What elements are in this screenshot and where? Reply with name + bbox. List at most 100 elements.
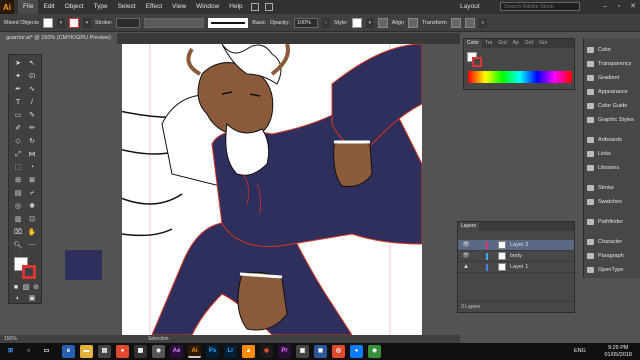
tab-transparency[interactable]: Tra <box>482 39 495 48</box>
gradient-tool-icon[interactable]: ▤ <box>13 189 23 199</box>
close-icon[interactable]: ✕ <box>626 0 640 14</box>
layer-row[interactable]: 👁︎ body <box>458 251 574 262</box>
app-icon[interactable]: ▣ <box>296 345 309 358</box>
arrange-documents-icon[interactable] <box>264 3 273 11</box>
panel-menu-icon[interactable]: ≡ <box>478 17 487 28</box>
dock-stroke[interactable]: Stroke <box>584 182 640 194</box>
after-effects-icon[interactable]: Ae <box>170 345 183 358</box>
drawing-mode-icon[interactable]: ◐ <box>13 294 23 304</box>
artboard-tool-icon[interactable]: ⊡ <box>27 215 37 225</box>
minimize-icon[interactable]: – <box>598 0 612 14</box>
menu-object[interactable]: Object <box>60 0 89 14</box>
lightroom-icon[interactable]: Lr <box>224 345 237 358</box>
app-icon[interactable]: ◼ <box>314 345 327 358</box>
dock-gradient[interactable]: Gradient <box>584 72 640 84</box>
more-tools-icon[interactable]: ⋯ <box>27 241 37 251</box>
eye-icon[interactable]: 👁︎ <box>462 251 470 262</box>
search-icon[interactable]: ○ <box>22 345 35 358</box>
task-view-icon[interactable]: ▭ <box>40 345 53 358</box>
shape-builder-icon[interactable]: ◔ <box>27 163 37 173</box>
graphic-style-swatch[interactable] <box>351 17 362 28</box>
dock-appearance[interactable]: Appearance <box>584 86 640 98</box>
isolate-icon[interactable] <box>450 17 461 28</box>
zoom-tool-icon[interactable]: 🔍︎ <box>13 241 23 251</box>
tab-layers[interactable]: Layers <box>458 222 480 231</box>
layer-row[interactable]: 👁︎ Layer 2 <box>458 240 574 251</box>
stroke-color-swatch[interactable] <box>22 265 36 279</box>
stroke-weight-field[interactable] <box>116 17 141 28</box>
screen-mode-icon[interactable]: ▣ <box>27 294 37 304</box>
menu-window[interactable]: Window <box>191 0 224 14</box>
dock-opentype[interactable]: OpenType <box>584 264 640 276</box>
eraser-icon[interactable]: ◇ <box>13 137 23 147</box>
magic-wand-icon[interactable]: ✦ <box>13 72 23 82</box>
blend-tool-icon[interactable]: ◎ <box>13 202 23 212</box>
menu-edit[interactable]: Edit <box>38 0 59 14</box>
app-icon[interactable]: ◆ <box>152 345 165 358</box>
graph-tool-icon[interactable]: ▥ <box>13 215 23 225</box>
tab-gradient[interactable]: Grd <box>495 39 509 48</box>
windows-start-icon[interactable]: ⊞ <box>4 345 17 358</box>
language-indicator[interactable]: ENG <box>574 348 586 354</box>
perspective-grid-icon[interactable]: ⊞ <box>13 176 23 186</box>
app-icon[interactable]: ◆ <box>368 345 381 358</box>
dock-links[interactable]: Links <box>584 148 640 160</box>
menu-file[interactable]: File <box>18 0 39 14</box>
stock-search-input[interactable] <box>504 3 574 10</box>
rotate-tool-icon[interactable]: ↻ <box>27 137 37 147</box>
mesh-tool-icon[interactable]: ⊠ <box>27 176 37 186</box>
none-mode-icon[interactable]: ⊘ <box>31 283 41 293</box>
edge-icon[interactable]: e <box>62 345 75 358</box>
line-tool-icon[interactable]: / <box>27 98 37 108</box>
selection-tool-icon[interactable]: ➤ <box>13 59 23 69</box>
tab-color[interactable]: Color <box>464 39 482 48</box>
scale-tool-icon[interactable]: ⤢ <box>13 150 23 160</box>
dock-transparency[interactable]: Transparency <box>584 58 640 70</box>
store-icon[interactable]: ▤ <box>98 345 111 358</box>
lock-icon[interactable]: 🔒︎ <box>462 262 470 273</box>
pen-tool-icon[interactable]: ✒ <box>13 85 23 95</box>
dock-paragraph[interactable]: Paragraph <box>584 250 640 262</box>
slice-tool-icon[interactable]: ⌧ <box>13 228 23 238</box>
dock-artboards[interactable]: Artboards <box>584 134 640 146</box>
artboard-canvas[interactable] <box>122 44 422 335</box>
shaper-tool-icon[interactable]: ✐ <box>13 124 23 134</box>
media-app-icon[interactable]: ◉ <box>260 345 273 358</box>
symbol-sprayer-icon[interactable]: ✺ <box>27 202 37 212</box>
menu-effect[interactable]: Effect <box>141 0 168 14</box>
tab-graphic-styles-2[interactable]: Grs <box>536 39 550 48</box>
layer-row[interactable]: 🔒︎ Layer 1 <box>458 262 574 273</box>
eyedropper-icon[interactable]: ⌿ <box>27 189 37 199</box>
menu-select[interactable]: Select <box>113 0 141 14</box>
dock-swatches[interactable]: Swatches <box>584 196 640 208</box>
color-spectrum-bar[interactable] <box>468 71 572 83</box>
vlc-icon[interactable]: ▲ <box>242 345 255 358</box>
brush-profile-label[interactable]: Basic <box>252 20 265 26</box>
recolor-icon[interactable] <box>377 17 388 28</box>
isolate-icon[interactable] <box>464 17 475 28</box>
workspace-switcher[interactable]: Layout <box>460 0 480 14</box>
transform-link[interactable]: Transform <box>422 20 447 26</box>
free-transform-icon[interactable]: ⬚ <box>13 163 23 173</box>
app-icon[interactable]: ● <box>350 345 363 358</box>
transform-icon[interactable] <box>407 17 418 28</box>
layer-name[interactable]: body <box>510 251 522 262</box>
tab-graphic-styles[interactable]: Grd <box>522 39 536 48</box>
lasso-icon[interactable]: ᘏ <box>27 72 37 82</box>
align-link[interactable]: Align <box>392 20 404 26</box>
tab-appearance[interactable]: Ap <box>510 39 522 48</box>
opacity-field[interactable]: 100% <box>293 17 318 28</box>
bridge-icon[interactable] <box>250 3 259 11</box>
document-tab[interactable]: guarrior.ai* @ 150% (CMYK/GPU Preview) <box>0 33 117 44</box>
status-tool-label[interactable]: Selection <box>148 335 169 343</box>
maximize-icon[interactable]: ▫ <box>612 0 626 14</box>
illustrator-icon[interactable]: Ai <box>188 345 201 358</box>
curvature-tool-icon[interactable]: ∿ <box>27 85 37 95</box>
chevron-down-icon[interactable]: ▾ <box>82 17 91 28</box>
brush-definition-preview[interactable] <box>208 17 249 28</box>
premiere-icon[interactable]: Pr <box>278 345 291 358</box>
chevron-right-icon[interactable]: › <box>321 17 330 28</box>
layer-name[interactable]: Layer 2 <box>510 240 528 251</box>
dock-libraries[interactable]: Libraries <box>584 162 640 174</box>
calculator-icon[interactable]: ▦ <box>134 345 147 358</box>
